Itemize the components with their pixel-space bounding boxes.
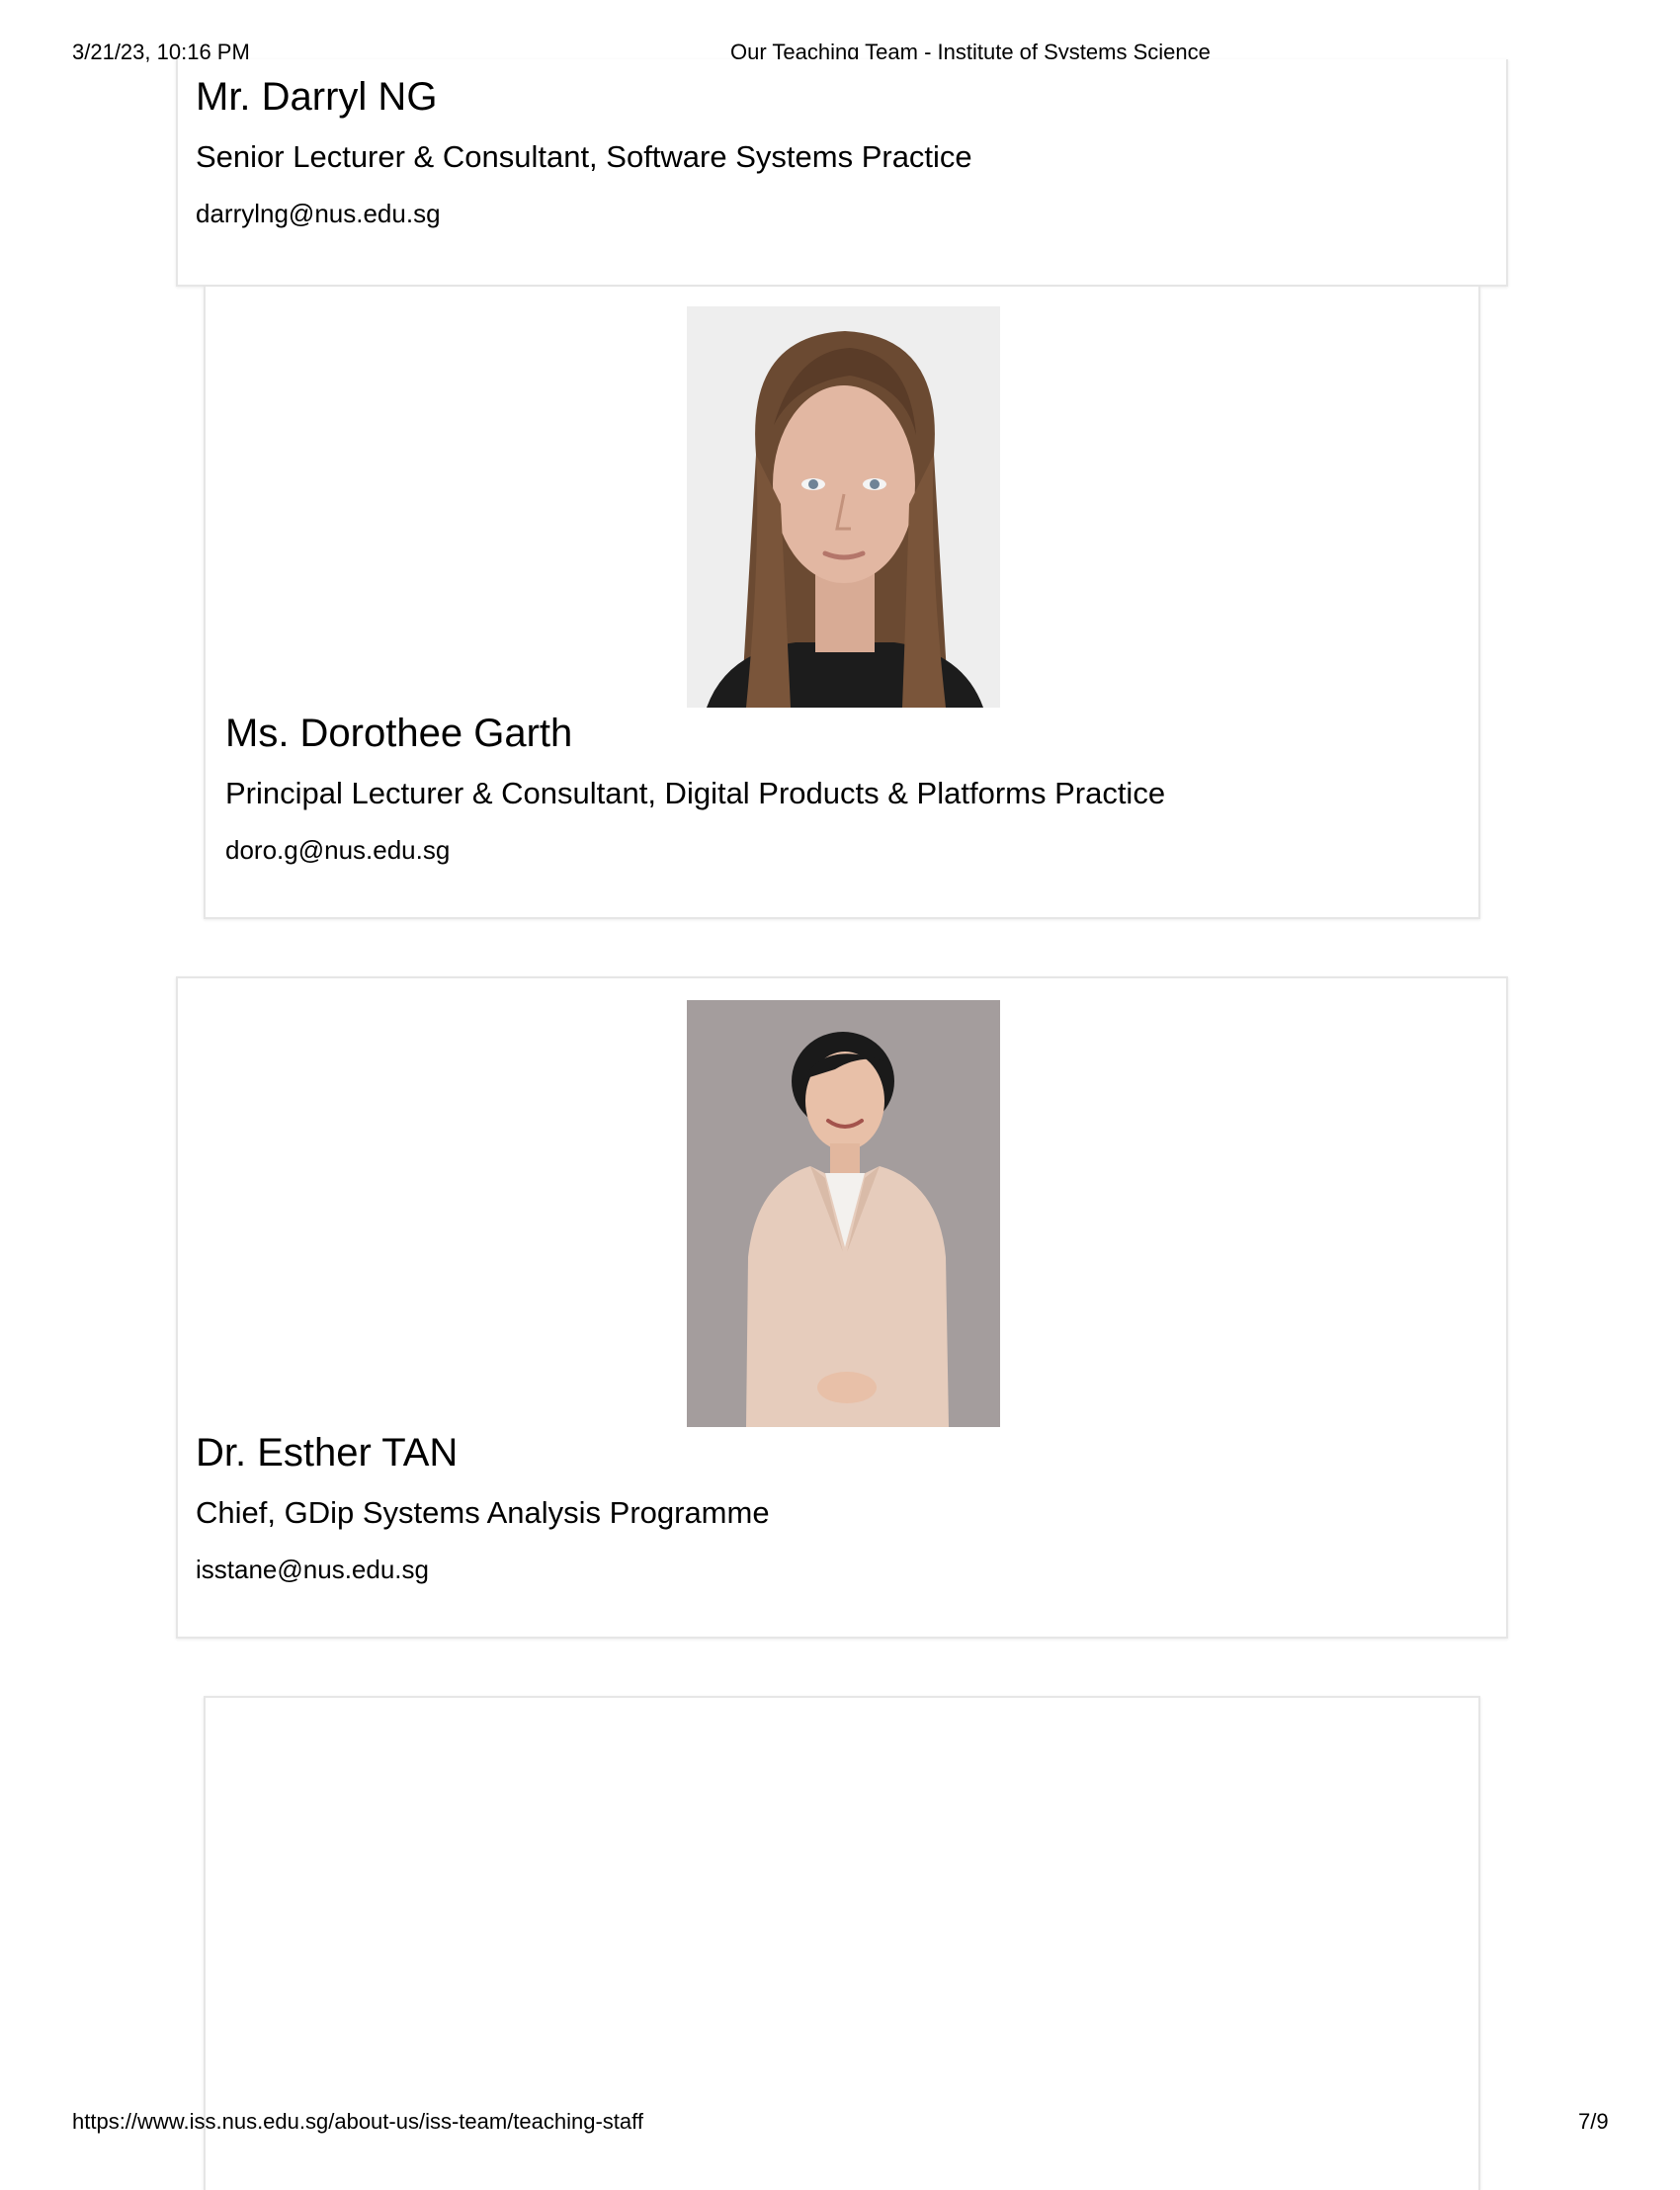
staff-card-dorothee-garth: Ms. Dorothee Garth Principal Lecturer & … xyxy=(204,287,1480,919)
staff-card-darryl-ng: Mr. Darryl NG Senior Lecturer & Consulta… xyxy=(176,59,1508,287)
print-page-url: https://www.iss.nus.edu.sg/about-us/iss-… xyxy=(72,2109,643,2134)
staff-photo xyxy=(687,306,1000,708)
staff-name: Dr. Esther TAN xyxy=(196,1431,459,1474)
staff-email[interactable]: isstane@nus.edu.sg xyxy=(196,1554,429,1585)
staff-card-esther-tan: Dr. Esther TAN Chief, GDip Systems Analy… xyxy=(176,976,1508,1639)
staff-name: Mr. Darryl NG xyxy=(196,75,438,119)
staff-photo xyxy=(687,1000,1000,1427)
staff-name: Ms. Dorothee Garth xyxy=(225,712,573,755)
staff-email[interactable]: darrylng@nus.edu.sg xyxy=(196,198,441,229)
staff-role: Senior Lecturer & Consultant, Software S… xyxy=(196,139,972,174)
print-page-number: 7/9 xyxy=(1578,2109,1609,2134)
staff-role: Chief, GDip Systems Analysis Programme xyxy=(196,1495,770,1530)
staff-email[interactable]: doro.g@nus.edu.sg xyxy=(225,834,450,866)
staff-role: Principal Lecturer & Consultant, Digital… xyxy=(225,776,1166,810)
